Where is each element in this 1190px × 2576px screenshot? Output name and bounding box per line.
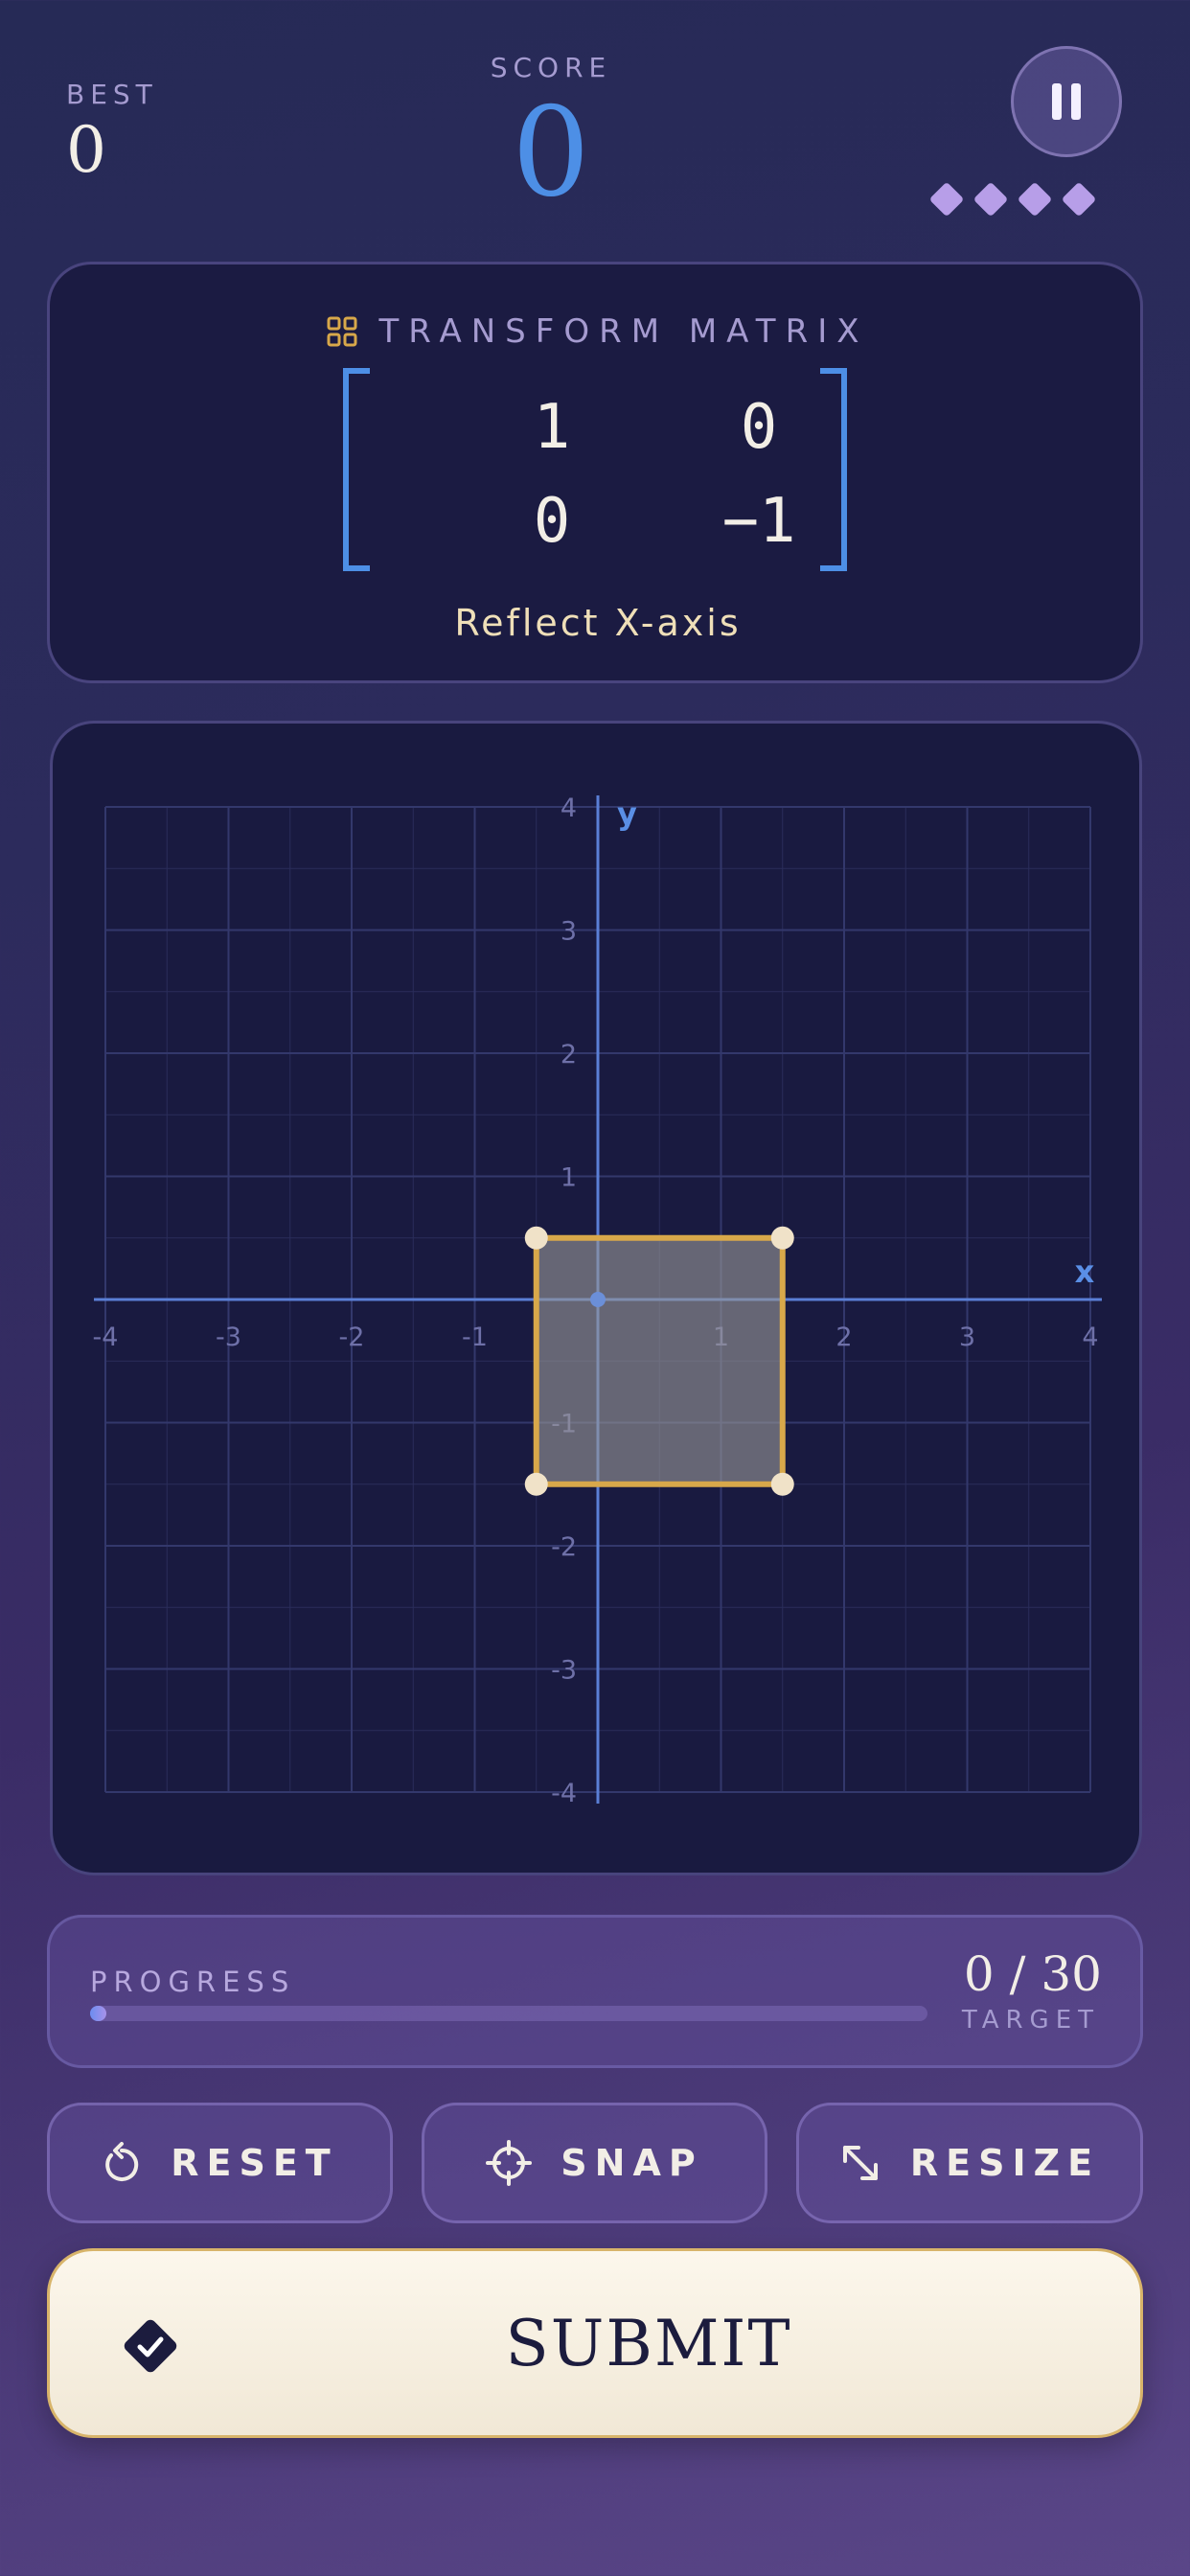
matrix-cell-a: 1 xyxy=(533,392,571,463)
corner-handle[interactable] xyxy=(770,1226,794,1250)
y-tick-label: 3 xyxy=(561,917,577,947)
matrix-title-text: TRANSFORM MATRIX xyxy=(378,312,869,351)
reset-label: RESET xyxy=(171,2142,338,2184)
corner-handle[interactable] xyxy=(524,1472,548,1496)
progress-fill xyxy=(90,2006,107,2021)
pause-button[interactable] xyxy=(1011,46,1122,157)
matrix-cell-b: 0 xyxy=(740,392,778,463)
corner-handle[interactable] xyxy=(770,1472,794,1496)
y-tick-label: 1 xyxy=(561,1163,577,1193)
life-diamond xyxy=(973,181,1009,218)
matrix-bracket-left xyxy=(343,368,370,571)
snap-button[interactable]: SNAP xyxy=(422,2103,767,2223)
submit-label: SUBMIT xyxy=(505,2307,792,2380)
y-tick-label: -4 xyxy=(551,1779,577,1808)
coordinate-grid-panel[interactable]: -4-3-2-112344321-1-2-3-4xy xyxy=(50,721,1142,1875)
y-tick-label: -3 xyxy=(551,1656,577,1686)
matrix-cell-c: 0 xyxy=(533,486,571,557)
snap-label: SNAP xyxy=(561,2142,703,2184)
progress-target-label: TARGET xyxy=(961,2006,1100,2035)
progress-label: PROGRESS xyxy=(90,1966,296,1998)
x-tick-label: -3 xyxy=(216,1322,241,1352)
matrix-bracket-right xyxy=(820,368,847,571)
origin-point xyxy=(590,1292,606,1307)
lives-indicator xyxy=(928,181,1097,218)
matrix-title: TRANSFORM MATRIX xyxy=(50,312,1146,351)
score-label: SCORE xyxy=(490,52,612,83)
resize-icon xyxy=(842,2146,878,2180)
x-tick-label: -4 xyxy=(93,1322,119,1352)
x-tick-label: -1 xyxy=(462,1322,488,1352)
y-axis-label: y xyxy=(617,795,637,832)
resize-button[interactable]: RESIZE xyxy=(796,2103,1143,2223)
progress-track xyxy=(90,2006,927,2021)
reset-icon xyxy=(105,2142,139,2181)
transform-shape[interactable] xyxy=(533,1234,786,1487)
x-axis-label: x xyxy=(1075,1254,1095,1290)
x-tick-label: -2 xyxy=(339,1322,365,1352)
y-tick-label: 2 xyxy=(561,1040,577,1070)
y-tick-label: 4 xyxy=(561,794,577,823)
y-tick-label: -2 xyxy=(551,1532,577,1562)
grid-icon xyxy=(327,316,357,347)
x-tick-label: 2 xyxy=(835,1322,852,1352)
pause-icon xyxy=(1052,83,1081,120)
matrix-caption: Reflect X-axis xyxy=(454,602,742,644)
matrix-cell-d: −1 xyxy=(721,486,796,557)
life-diamond xyxy=(1017,181,1053,218)
resize-label: RESIZE xyxy=(909,2142,1101,2184)
progress-count: 0 / 30 xyxy=(963,1946,1102,2002)
x-tick-label: 4 xyxy=(1082,1322,1098,1352)
crosshair-icon xyxy=(486,2140,533,2186)
reset-button[interactable]: RESET xyxy=(47,2103,393,2223)
matrix-panel: TRANSFORM MATRIX 1 0 0 −1 Reflect X-axis xyxy=(47,262,1143,683)
life-diamond xyxy=(928,181,965,218)
submit-button[interactable]: SUBMIT xyxy=(47,2248,1143,2438)
life-diamond xyxy=(1061,181,1097,218)
corner-handle[interactable] xyxy=(524,1226,548,1250)
progress-panel: PROGRESS 0 / 30 TARGET xyxy=(47,1915,1143,2068)
x-tick-label: 3 xyxy=(959,1322,975,1352)
coordinate-grid[interactable]: -4-3-2-112344321-1-2-3-4xy xyxy=(53,724,1139,1873)
